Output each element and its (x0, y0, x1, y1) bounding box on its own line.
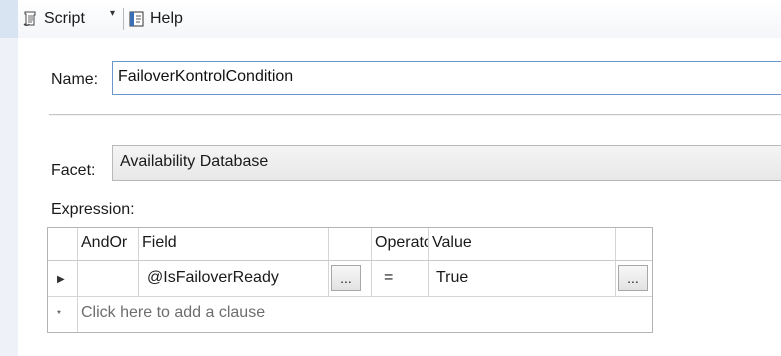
left-panel-accent (0, 0, 18, 38)
cell-value[interactable]: True (429, 261, 616, 297)
form-divider-highlight (49, 115, 781, 116)
new-row-selector[interactable]: * (48, 297, 78, 332)
value-ellipsis-button[interactable]: ... (618, 265, 648, 291)
script-label: Script (44, 10, 85, 27)
row-selector[interactable]: ▶ (48, 261, 78, 297)
left-panel-strip (0, 0, 18, 356)
condition-form: Name: FailoverKontrolCondition Facet: Av… (18, 38, 781, 356)
facet-label: Facet: (51, 162, 96, 179)
help-button[interactable]: Help (128, 7, 183, 31)
name-input[interactable]: FailoverKontrolCondition (112, 61, 781, 95)
grid-corner-header (48, 228, 78, 261)
add-clause-row[interactable]: Click here to add a clause (78, 297, 652, 332)
cell-field-button: ... (329, 261, 372, 297)
help-icon (128, 10, 146, 28)
column-header-andor[interactable]: AndOr (78, 228, 139, 261)
field-ellipsis-button[interactable]: ... (331, 265, 361, 291)
cell-andor[interactable] (78, 261, 139, 297)
new-row-marker-icon: * (57, 309, 61, 320)
script-icon (22, 10, 40, 28)
toolbar-separator (123, 8, 124, 30)
name-label: Name: (51, 71, 99, 88)
expression-grid: AndOr Field Operator Value ▶ @IsFailover… (47, 227, 653, 333)
column-header-value[interactable]: Value (429, 228, 616, 261)
row-current-marker-icon: ▶ (57, 274, 65, 285)
cell-field[interactable]: @IsFailoverReady (139, 261, 329, 297)
column-header-value-button (616, 228, 652, 261)
column-header-field[interactable]: Field (139, 228, 329, 261)
cell-operator[interactable]: = (372, 261, 429, 297)
script-button[interactable]: Script (22, 7, 85, 31)
script-dropdown-arrow[interactable]: ▾ (110, 8, 115, 19)
column-header-operator[interactable]: Operator (372, 228, 429, 261)
column-header-field-button (329, 228, 372, 261)
help-label: Help (150, 10, 183, 27)
expression-label: Expression: (51, 201, 135, 218)
facet-select[interactable]: Availability Database (112, 145, 781, 181)
toolbar: Script ▾ Help (18, 0, 781, 38)
